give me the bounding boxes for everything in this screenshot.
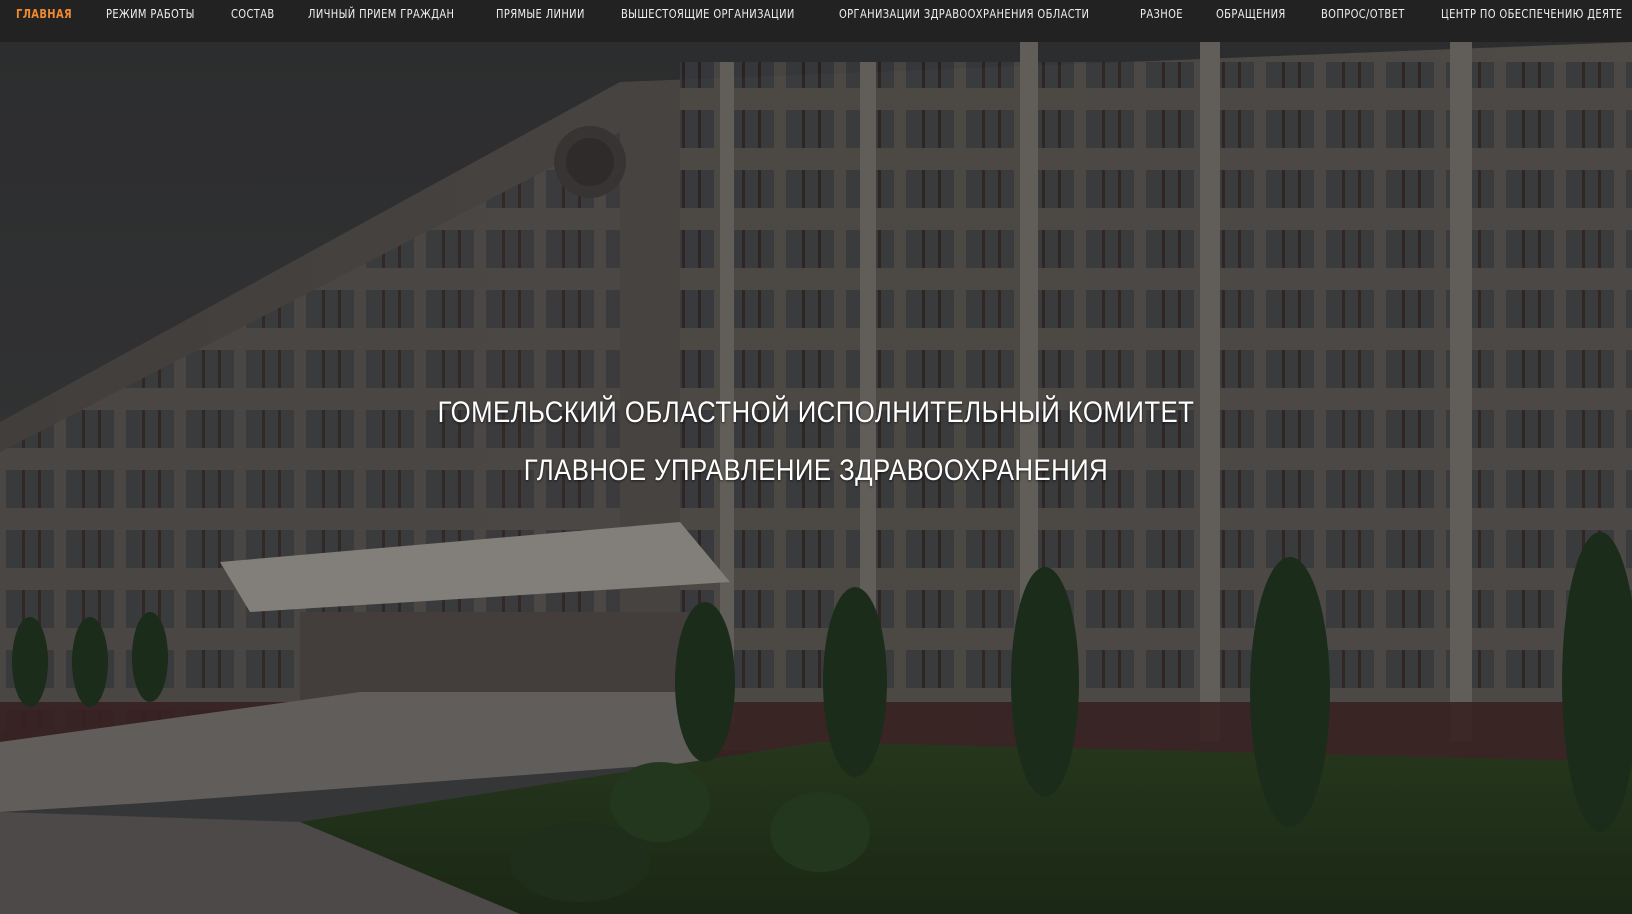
- nav-item-vopros-otvet[interactable]: ВОПРОС/ОТВЕТ: [1321, 7, 1405, 21]
- top-navigation-bar: ГЛАВНАЯ РЕЖИМ РАБОТЫ СОСТАВ ЛИЧНЫЙ ПРИЕМ…: [0, 0, 1632, 42]
- hero-title-organization: ГОМЕЛЬСКИЙ ОБЛАСТНОЙ ИСПОЛНИТЕЛЬНЫЙ КОМИ…: [437, 396, 1195, 429]
- nav-item-pryamye-linii[interactable]: ПРЯМЫЕ ЛИНИИ: [496, 7, 585, 21]
- nav-item-raznoe[interactable]: РАЗНОЕ: [1140, 7, 1183, 21]
- nav-menu: ГЛАВНАЯ РЕЖИМ РАБОТЫ СОСТАВ ЛИЧНЫЙ ПРИЕМ…: [0, 0, 1632, 28]
- hero-title-department: ГЛАВНОЕ УПРАВЛЕНИЕ ЗДРАВООХРАНЕНИЯ: [523, 454, 1109, 487]
- nav-item-lichnyi-priem[interactable]: ЛИЧНЫЙ ПРИЕМ ГРАЖДАН: [308, 7, 454, 21]
- nav-item-obrashcheniya[interactable]: ОБРАЩЕНИЯ: [1216, 7, 1286, 21]
- hero-section: ГОМЕЛЬСКИЙ ОБЛАСТНОЙ ИСПОЛНИТЕЛЬНЫЙ КОМИ…: [0, 42, 1632, 914]
- nav-item-organizatsii-zdravookhraneniya[interactable]: ОРГАНИЗАЦИИ ЗДРАВООХРАНЕНИЯ ОБЛАСТИ: [839, 7, 1089, 21]
- nav-item-sostav[interactable]: СОСТАВ: [231, 7, 275, 21]
- nav-item-rezhim-raboty[interactable]: РЕЖИМ РАБОТЫ: [106, 7, 195, 21]
- nav-item-vyshestoyashchie[interactable]: ВЫШЕСТОЯЩИЕ ОРГАНИЗАЦИИ: [621, 7, 795, 21]
- nav-item-glavnaya[interactable]: ГЛАВНАЯ: [16, 7, 72, 21]
- nav-item-tsentr[interactable]: ЦЕНТР ПО ОБЕСПЕЧЕНИЮ ДЕЯТЕ: [1441, 7, 1622, 21]
